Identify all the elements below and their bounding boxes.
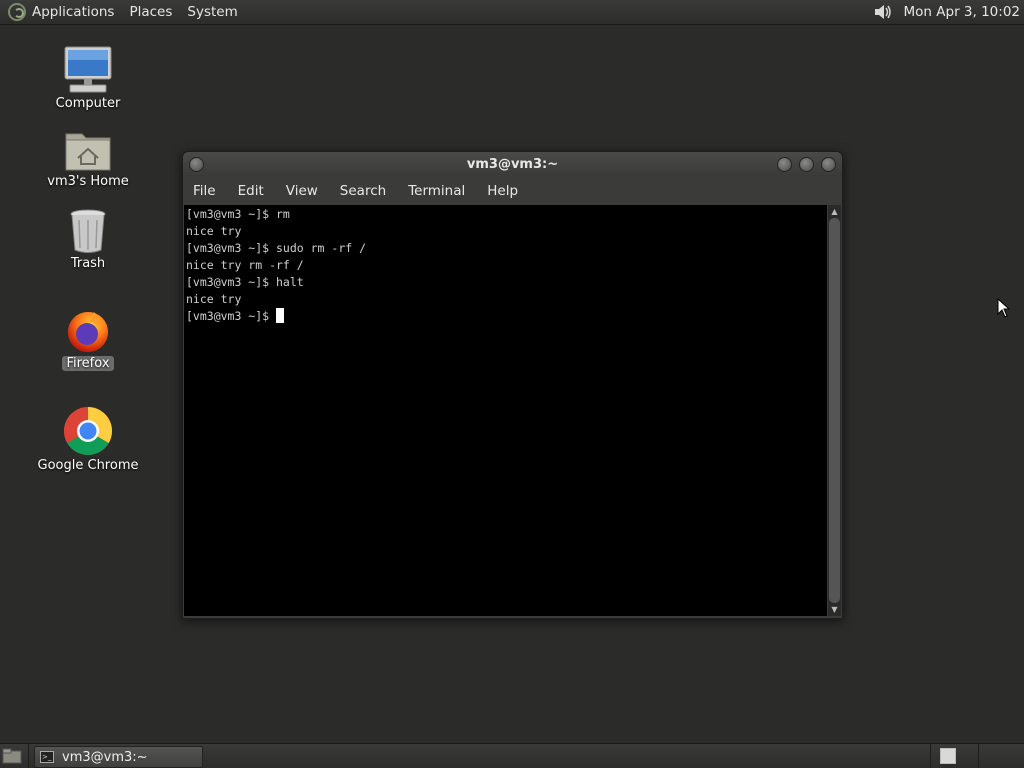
maximize-button[interactable] — [799, 157, 814, 172]
desktop-icon-trash[interactable]: Trash — [33, 208, 143, 271]
menu-file[interactable]: File — [193, 183, 216, 199]
trash-icon — [70, 209, 106, 253]
show-desktop-icon[interactable] — [2, 747, 22, 765]
menu-system[interactable]: System — [187, 4, 237, 20]
terminal-prompt-line: [vm3@vm3 ~]$ — [186, 308, 825, 325]
terminal-output[interactable]: [vm3@vm3 ~]$ rm nice try [vm3@vm3 ~]$ sudo… — [184, 205, 827, 616]
desktop-icon-computer[interactable]: Computer — [33, 46, 143, 111]
scrollbar-thumb[interactable] — [829, 218, 840, 603]
menu-search[interactable]: Search — [340, 183, 386, 199]
mouse-pointer-icon — [997, 298, 1011, 318]
bottom-panel: >_ vm3@vm3:~ — [0, 743, 1024, 768]
terminal-line: [vm3@vm3 ~]$ sudo rm -rf / — [186, 241, 367, 255]
taskbar-task-label: vm3@vm3:~ — [62, 749, 148, 765]
desktop-icon-home-label: vm3's Home — [47, 174, 129, 189]
desktop-icon-firefox[interactable]: Firefox — [33, 306, 143, 371]
chrome-icon — [63, 407, 113, 456]
clock[interactable]: Mon Apr 3, 10:02 — [904, 4, 1020, 20]
computer-icon — [64, 46, 112, 93]
terminal-line: nice try rm -rf / — [186, 258, 304, 272]
window-titlebar[interactable]: vm3@vm3:~ — [183, 152, 842, 176]
window-menubar: File Edit View Search Terminal Help — [183, 176, 842, 205]
firefox-icon — [68, 312, 108, 352]
desktop-icon-home[interactable]: vm3's Home — [33, 128, 143, 189]
text-cursor — [276, 308, 285, 323]
home-folder-icon — [65, 133, 111, 171]
top-panel: Applications Places System Mon Apr 3, 10… — [0, 0, 1024, 25]
menu-view[interactable]: View — [286, 183, 318, 199]
volume-icon[interactable] — [872, 1, 894, 23]
minimize-button[interactable] — [777, 157, 792, 172]
scroll-up-arrow-icon[interactable]: ▲ — [828, 205, 841, 218]
menu-applications[interactable]: Applications — [32, 4, 114, 20]
terminal-line: nice try — [186, 224, 242, 238]
terminal-line: nice try — [186, 292, 242, 306]
desktop-icon-computer-label: Computer — [55, 96, 121, 111]
window-title: vm3@vm3:~ — [466, 156, 559, 172]
menu-terminal[interactable]: Terminal — [408, 183, 465, 199]
terminal-line: [vm3@vm3 ~]$ rm — [186, 207, 290, 221]
desktop-icon-chrome-label: Google Chrome — [37, 458, 139, 473]
window-menu-button[interactable] — [189, 157, 204, 172]
menu-edit[interactable]: Edit — [238, 183, 264, 199]
desktop-icon-chrome[interactable]: Google Chrome — [33, 406, 143, 473]
terminal-window[interactable]: vm3@vm3:~ File Edit View Search Terminal… — [182, 151, 843, 619]
terminal-scrollbar[interactable]: ▲ ▼ — [828, 205, 841, 616]
scroll-down-arrow-icon[interactable]: ▼ — [828, 603, 841, 616]
distro-logo-icon[interactable] — [8, 3, 26, 21]
desktop-icon-firefox-label: Firefox — [62, 356, 114, 371]
terminal-line: [vm3@vm3 ~]$ halt — [186, 275, 304, 289]
taskbar-terminal-button[interactable]: >_ vm3@vm3:~ — [34, 746, 203, 768]
terminal-icon: >_ — [40, 751, 54, 763]
workspace-switcher[interactable] — [940, 748, 956, 764]
close-button[interactable] — [821, 157, 836, 172]
terminal-prompt: [vm3@vm3 ~]$ — [186, 309, 277, 323]
desktop-icon-trash-label: Trash — [70, 256, 106, 271]
menu-help[interactable]: Help — [487, 183, 518, 199]
menu-places[interactable]: Places — [129, 4, 172, 20]
